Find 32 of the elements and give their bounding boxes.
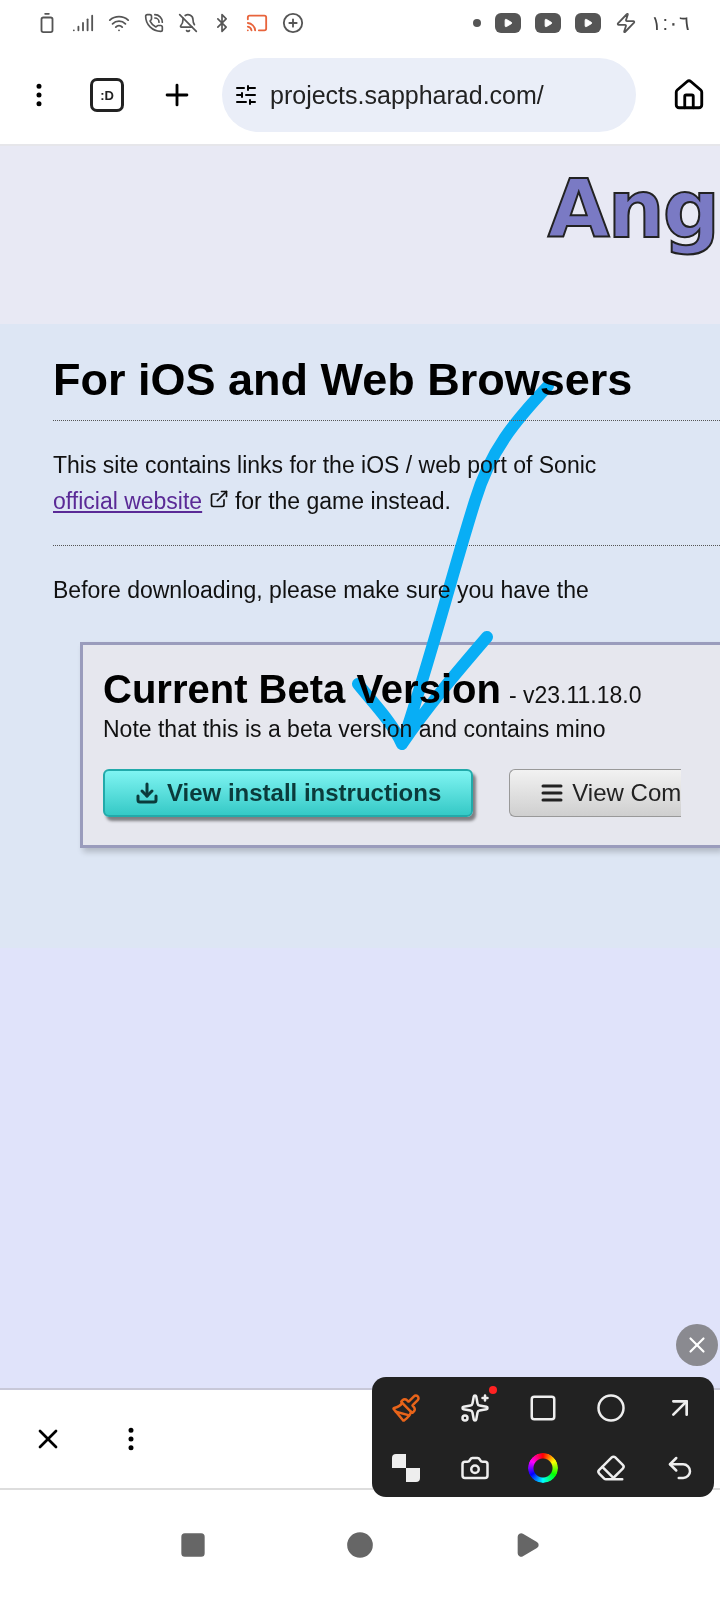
paintbrush-icon: [391, 1392, 422, 1423]
site-settings-icon[interactable]: [234, 83, 258, 107]
version-text: - v23.11.18.0: [508, 682, 642, 709]
notification-dot: [488, 1385, 497, 1394]
view-button[interactable]: View Com: [509, 769, 682, 817]
tab-switcher-button[interactable]: :D: [90, 78, 124, 112]
home-button-icon[interactable]: [346, 1531, 374, 1559]
install-instructions-button[interactable]: View install instructions: [103, 769, 474, 817]
video-app-icon: [535, 13, 562, 33]
url-text: projects.sappharad.com/: [270, 80, 544, 110]
video-app-icon: [495, 13, 522, 33]
video-app-icon: [575, 13, 602, 33]
flash-icon: [615, 12, 638, 34]
phone-icon: [144, 13, 164, 33]
external-link-icon: [208, 489, 229, 509]
sparkle-marker-icon: [459, 1392, 490, 1423]
color-wheel-icon: [528, 1452, 558, 1483]
notification-dot-icon: [473, 19, 482, 27]
circle-icon: [596, 1392, 627, 1423]
page-heading: For iOS and Web Browsers: [53, 354, 720, 421]
home-icon[interactable]: [672, 78, 706, 112]
recents-icon[interactable]: [179, 1531, 208, 1559]
official-website-link[interactable]: official website: [53, 488, 203, 514]
address-bar[interactable]: projects.sappharad.com/: [222, 58, 636, 132]
eraser-icon: [596, 1452, 627, 1483]
site-logo: Ang: [546, 164, 719, 256]
signal-icon: [72, 12, 94, 34]
clock-time: ١:٠٦: [651, 11, 690, 35]
cast-icon: [246, 12, 268, 34]
add-circle-icon: [282, 12, 304, 34]
bell-off-icon: [178, 13, 198, 33]
download-icon: [135, 781, 159, 805]
